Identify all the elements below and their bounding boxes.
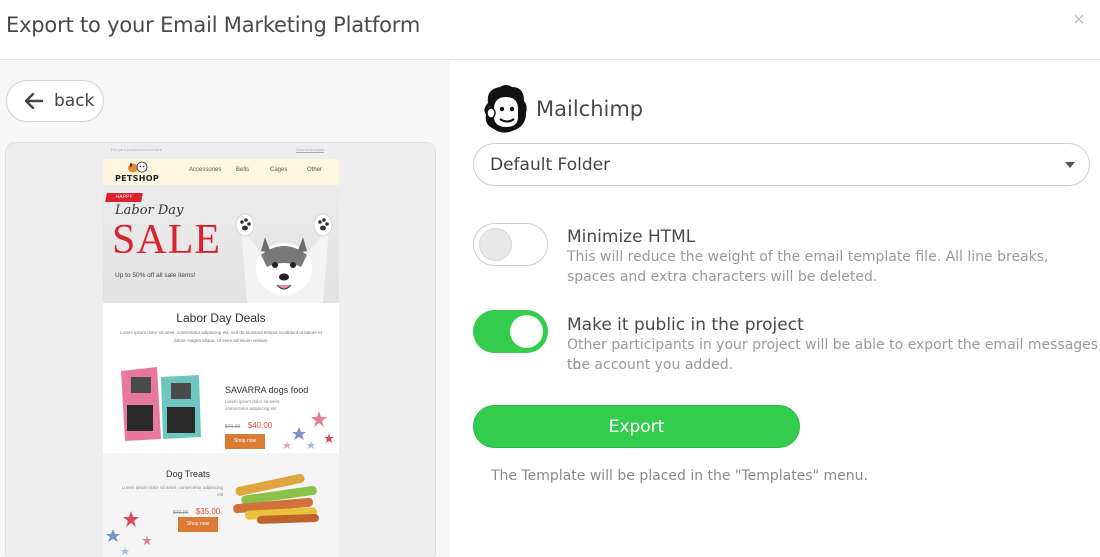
email-hero: HAPPY Labor Day SALE Up to 50% off all s… xyxy=(103,185,339,303)
view-in-browser-link: View in browser xyxy=(296,147,325,152)
product-desc: Lorem ipsum dolor sit amet, consectetur … xyxy=(225,399,281,411)
stars-decoration xyxy=(283,411,334,449)
deals-text: Lorem ipsum dolor sit amet, consectetur … xyxy=(120,330,322,343)
husky-dog-image xyxy=(235,213,333,303)
old-price: $70.00 xyxy=(225,424,241,430)
shop-now-button: Shop now xyxy=(225,434,265,449)
paw-logo-icon xyxy=(128,161,148,173)
product-desc: Lorem ipsum dolor sit amet, consectetur … xyxy=(121,485,223,497)
deals-title: Labor Day Deals xyxy=(176,311,266,325)
hero-subtitle: Up to 50% off all sale items! xyxy=(115,272,196,279)
hero-script: Labor Day xyxy=(115,203,184,218)
minimize-html-toggle[interactable] xyxy=(473,223,548,266)
export-note: The Template will be placed in the "Temp… xyxy=(491,468,868,484)
folder-select[interactable]: Default Folder xyxy=(473,143,1090,186)
provider-header: Mailchimp xyxy=(480,83,643,135)
back-label: back xyxy=(54,91,95,111)
happy-badge: HAPPY xyxy=(105,193,143,202)
email-deals-section: Labor Day Deals Lorem ipsum dolor sit am… xyxy=(103,303,339,453)
email-template: PETSHOP Accessories Bells Cages Other HA… xyxy=(103,159,339,557)
email-nav: PETSHOP Accessories Bells Cages Other xyxy=(103,159,339,185)
minimize-html-title: Minimize HTML xyxy=(567,227,696,247)
logo-text: PETSHOP xyxy=(115,174,160,183)
email-preview[interactable]: Put your preheader text here View in bro… xyxy=(5,142,436,557)
dialog-header: Export to your Email Marketing Platform … xyxy=(0,0,1100,60)
hero-sale: SALE xyxy=(112,217,221,263)
shop-now-button: Shop now xyxy=(178,517,218,532)
old-price: $70.00 xyxy=(173,510,189,516)
email-menu-item: Cages xyxy=(270,167,288,173)
dialog-title: Export to your Email Marketing Platform xyxy=(6,13,421,37)
preheader-text: Put your preheader text here xyxy=(111,147,162,152)
make-public-desc-line: the account you added. xyxy=(567,357,734,373)
make-public-title: Make it public in the project xyxy=(567,315,804,335)
mailchimp-logo-icon xyxy=(484,85,527,133)
arrow-left-icon xyxy=(25,93,43,109)
close-icon[interactable]: × xyxy=(1070,10,1088,30)
back-button[interactable]: back xyxy=(6,80,104,122)
stars-decoration xyxy=(106,511,152,555)
folder-select-value: Default Folder xyxy=(490,154,611,175)
new-price: $35.00 xyxy=(195,507,221,516)
minimize-html-desc-line: This will reduce the weight of the email… xyxy=(567,249,1049,265)
make-public-toggle[interactable] xyxy=(473,310,548,353)
export-button[interactable]: Export xyxy=(473,405,800,448)
minimize-html-desc-line: spaces and extra characters will be dele… xyxy=(567,269,878,285)
product-title: Dog Treats xyxy=(166,469,211,479)
export-settings: Mailchimp Default Folder Minimize HTML T… xyxy=(450,61,1100,557)
dog-food-bags-image xyxy=(121,367,201,441)
email-menu-item: Bells xyxy=(236,167,250,173)
product-price: $70.00 $40.00 xyxy=(225,415,272,433)
toggle-knob xyxy=(479,228,512,261)
email-treats-section: Dog Treats Lorem ipsum dolor sit amet, c… xyxy=(103,453,339,557)
preview-panel: back Put your preheader text here View i… xyxy=(0,61,450,557)
new-price: $40.00 xyxy=(247,421,273,430)
toggle-knob xyxy=(510,315,543,348)
chevron-down-icon xyxy=(1065,162,1075,168)
dialog-body: back Put your preheader text here View i… xyxy=(0,61,1100,557)
dog-treats-image xyxy=(233,473,319,524)
email-menu-item: Accessories xyxy=(189,167,222,173)
email-menu-item: Other xyxy=(307,167,323,173)
petshop-logo: PETSHOP xyxy=(115,161,161,183)
product-title: SAVARRA dogs food xyxy=(225,385,309,395)
provider-name: Mailchimp xyxy=(536,97,644,121)
